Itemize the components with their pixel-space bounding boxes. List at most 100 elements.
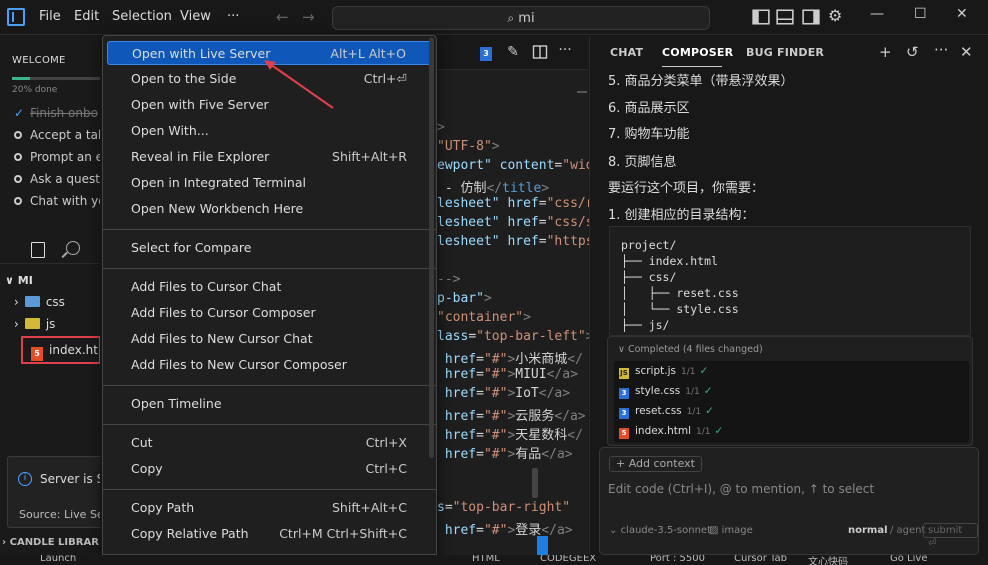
more-actions-icon[interactable]: ··· xyxy=(557,42,573,58)
onboarding-item[interactable]: Chat with yo xyxy=(14,194,100,208)
menu-item-label: Open New Workbench Here xyxy=(131,201,304,216)
menu-item[interactable]: Open in Integrated Terminal xyxy=(107,171,432,195)
search-pane-icon[interactable] xyxy=(66,241,80,255)
menu-item-shortcut: Ctrl+⏎ xyxy=(363,71,407,86)
completed-header[interactable]: ∨ Completed (4 files changed) xyxy=(618,344,763,355)
chat-code-block[interactable]: project/ ├── index.html ├── css/ │ ├── rese… xyxy=(609,226,971,336)
status-cursor-tab[interactable]: Cursor Tab xyxy=(734,555,787,564)
image-button[interactable]: ▨ image xyxy=(709,525,753,536)
onboarding-item[interactable]: ✓ Finish onbo xyxy=(14,106,98,120)
menu-item[interactable]: Add Files to Cursor Composer xyxy=(107,301,432,325)
status-wenxin[interactable]: 文心快码 xyxy=(808,555,848,565)
code-token: > xyxy=(491,139,500,154)
menu-item[interactable]: Add Files to New Cursor Composer xyxy=(107,353,432,377)
menu-item[interactable]: Open With... xyxy=(107,119,432,143)
notification-toast[interactable]: i Server is St Source: Live Ser xyxy=(7,456,100,528)
menu-item[interactable]: Cut Ctrl+X xyxy=(107,431,432,455)
menu-item[interactable]: Copy Ctrl+C xyxy=(107,457,432,481)
tab-chat[interactable]: CHAT xyxy=(610,46,643,59)
menu-view[interactable]: View xyxy=(180,9,211,24)
mode-normal[interactable]: normal xyxy=(848,525,888,536)
code-line: lesheet" href="css/s xyxy=(437,215,594,230)
code-token: = xyxy=(538,196,547,211)
status-port[interactable]: Port : 5500 xyxy=(650,555,705,564)
composer-prompt-input[interactable]: Edit code (Ctrl+I), @ to mention, ↑ to s… xyxy=(608,482,874,496)
onboarding-item[interactable]: Ask a questi xyxy=(14,172,100,186)
code-line: href="#">云服务</a> xyxy=(437,405,586,424)
menu-item[interactable]: Open Timeline xyxy=(107,392,432,416)
status-go-live[interactable]: Go Live xyxy=(890,555,927,564)
onboarding-item[interactable]: Prompt an e xyxy=(14,150,100,164)
maximize-icon[interactable]: ☐ xyxy=(914,6,927,22)
menu-file[interactable]: File xyxy=(39,9,61,24)
toggle-panel-icon[interactable] xyxy=(776,8,794,26)
close-panel-icon[interactable]: ✕ xyxy=(960,43,973,61)
command-search-input[interactable]: ⌕ mi xyxy=(332,6,710,30)
explorer-root[interactable]: ∨ MI xyxy=(5,274,33,287)
code-line: lass="top-bar-left"> xyxy=(437,329,594,344)
more-actions-icon[interactable]: ··· xyxy=(934,41,948,59)
status-language[interactable]: HTML xyxy=(472,555,500,564)
tab-bug-finder[interactable]: BUG FINDER xyxy=(746,46,824,59)
minimize-icon[interactable]: — xyxy=(870,6,884,22)
code-token: MIUI xyxy=(515,367,547,382)
code-token: href xyxy=(437,447,477,462)
toggle-sidebar-icon[interactable] xyxy=(752,8,770,26)
explorer-root-label: MI xyxy=(17,274,33,287)
model-label: claude-3.5-sonnet xyxy=(620,525,712,536)
menu-item[interactable]: Select for Compare xyxy=(107,236,432,260)
outline-section-header[interactable]: › CANDLE LIBRAR xyxy=(2,537,99,548)
code-token: href xyxy=(437,523,477,538)
forward-arrow-icon[interactable]: → xyxy=(302,8,315,26)
menu-item-label: Open with Live Server xyxy=(132,46,271,61)
toggle-secondary-sidebar-icon[interactable] xyxy=(802,8,820,26)
code-token: href xyxy=(437,367,477,382)
code-line: > xyxy=(437,120,445,135)
menu-item[interactable]: Add Files to Cursor Chat xyxy=(107,275,432,299)
menu-item[interactable]: Copy Relative Path Ctrl+M Ctrl+Shift+C xyxy=(107,522,432,546)
history-icon[interactable]: ↺ xyxy=(906,43,919,61)
menu-item[interactable]: Copy Path Shift+Alt+C xyxy=(107,496,432,520)
model-select[interactable]: ⌄ claude-3.5-sonnet xyxy=(609,525,711,536)
files-icon[interactable] xyxy=(31,242,45,258)
code-line: href="#">IoT</a> xyxy=(437,386,570,401)
mode-agent[interactable]: / agent xyxy=(890,525,925,536)
code-line: lesheet" href="https xyxy=(437,234,594,249)
status-bar: Launch HTML CODEGEEX Port : 5500 Cursor … xyxy=(0,555,988,565)
submit-button[interactable]: submit ⏎ xyxy=(923,523,978,549)
tree-folder-css[interactable]: › css xyxy=(14,292,65,312)
editor-scrollbar[interactable] xyxy=(532,468,538,498)
menu-more[interactable]: ··· xyxy=(227,9,239,24)
code-token: "#" xyxy=(483,447,508,462)
status-codegeex[interactable]: CODEGEEX xyxy=(540,555,596,564)
changed-file-row[interactable]: 5 index.html 1/1 ✓ xyxy=(619,425,723,439)
status-launch[interactable]: Launch xyxy=(40,555,76,564)
code-token: ewport" xyxy=(437,158,492,173)
close-window-icon[interactable]: ✕ xyxy=(956,6,968,22)
add-context-button[interactable]: + Add context xyxy=(609,456,702,472)
onboarding-item[interactable]: Accept a tab xyxy=(14,128,100,142)
split-editor-icon[interactable] xyxy=(532,44,548,60)
menu-item[interactable]: Open to the Side Ctrl+⏎ xyxy=(107,67,432,91)
changed-file-row[interactable]: 3 reset.css 1/1 ✓ xyxy=(619,405,714,419)
code-token: = xyxy=(476,523,484,538)
context-menu-scrollbar[interactable] xyxy=(429,38,434,458)
menu-edit[interactable]: Edit xyxy=(74,9,99,24)
code-token: = xyxy=(538,234,547,249)
tree-file-index-html[interactable]: 5 index.ht xyxy=(21,336,100,364)
back-arrow-icon[interactable]: ← xyxy=(276,8,289,26)
menu-item[interactable]: Reveal in File Explorer Shift+Alt+R xyxy=(107,145,432,169)
tree-folder-js[interactable]: › js xyxy=(14,314,55,334)
menu-item[interactable]: Open with Five Server xyxy=(107,93,432,117)
changed-file-row[interactable]: JS script.js 1/1 ✓ xyxy=(619,365,708,379)
gear-icon[interactable]: ⚙ xyxy=(828,6,846,25)
pencil-icon[interactable]: ✎ xyxy=(505,44,521,60)
menu-selection[interactable]: Selection xyxy=(112,9,172,24)
menu-item[interactable]: Add Files to New Cursor Chat xyxy=(107,327,432,351)
tab-composer[interactable]: COMPOSER xyxy=(662,46,733,59)
chevron-down-icon: ∨ xyxy=(618,344,628,355)
changed-file-row[interactable]: 3 style.css 1/1 ✓ xyxy=(619,385,713,399)
new-composer-plus-icon[interactable]: + xyxy=(879,43,892,61)
menu-item[interactable]: Open with Live Server Alt+L Alt+O xyxy=(107,41,432,65)
menu-item[interactable]: Open New Workbench Here xyxy=(107,197,432,221)
